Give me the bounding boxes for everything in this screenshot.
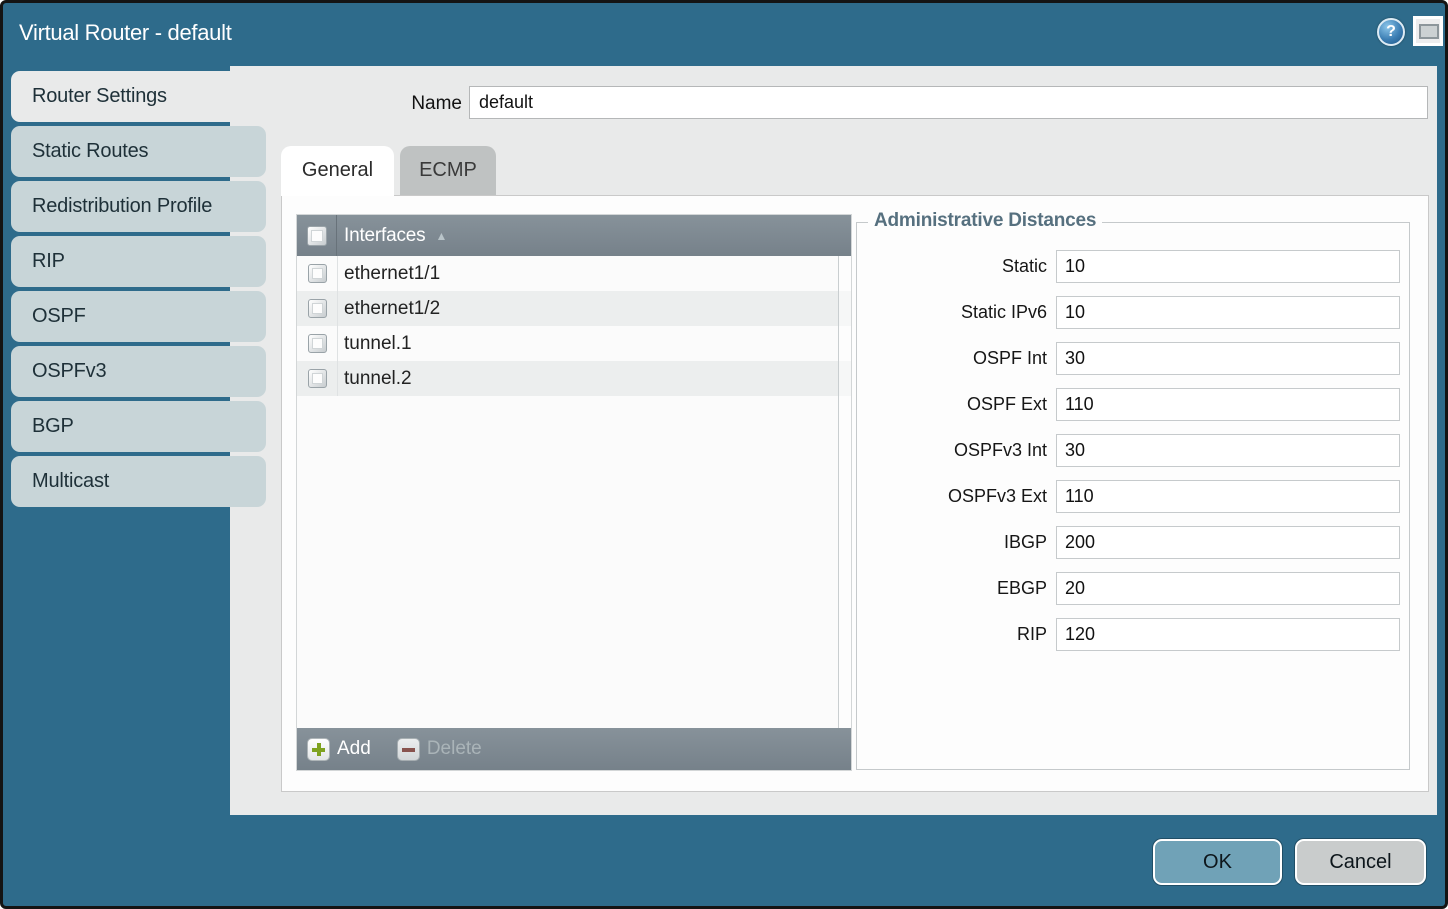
table-row[interactable]: tunnel.1 — [297, 326, 851, 361]
ospf-ext-label: OSPF Ext — [857, 394, 1047, 415]
add-button[interactable]: Add — [307, 738, 371, 761]
select-all-cell — [297, 215, 337, 256]
ok-button[interactable]: OK — [1153, 839, 1282, 885]
interfaces-table-footer: Add Delete — [297, 728, 851, 770]
rip-label: RIP — [857, 624, 1047, 645]
ospf-int-label: OSPF Int — [857, 348, 1047, 369]
administrative-distances-rows: Static Static IPv6 OSPF Int OSPF Ext — [857, 223, 1409, 664]
ospf-ext-input[interactable] — [1056, 388, 1400, 421]
table-scrollbar[interactable] — [838, 256, 851, 728]
restore-window-icon[interactable] — [1413, 16, 1443, 46]
restore-window-glyph — [1416, 19, 1440, 43]
field-row-rip: RIP — [857, 618, 1409, 651]
row-checkbox[interactable] — [308, 299, 327, 318]
general-tab-panel: Interfaces ▲ ethernet1/1 etherne — [281, 195, 1429, 792]
sidebar: Router Settings Static Routes Redistribu… — [11, 71, 266, 511]
sidebar-item-rip[interactable]: RIP — [11, 236, 266, 287]
interfaces-table-header: Interfaces ▲ — [297, 215, 851, 256]
static-ipv6-input[interactable] — [1056, 296, 1400, 329]
table-row[interactable]: ethernet1/1 — [297, 256, 851, 291]
sidebar-item-ospfv3[interactable]: OSPFv3 — [11, 346, 266, 397]
field-row-static-ipv6: Static IPv6 — [857, 296, 1409, 329]
sidebar-item-static-routes[interactable]: Static Routes — [11, 126, 266, 177]
tab-general[interactable]: General — [281, 146, 394, 196]
content-area: Name General ECMP Interfaces ▲ — [230, 66, 1437, 815]
ospfv3-ext-input[interactable] — [1056, 480, 1400, 513]
row-checkbox[interactable] — [308, 369, 327, 388]
add-plus-icon — [307, 738, 330, 761]
field-row-ospf-ext: OSPF Ext — [857, 388, 1409, 421]
select-all-checkbox[interactable] — [307, 226, 327, 246]
interface-name: ethernet1/2 — [344, 298, 440, 320]
interface-name: tunnel.2 — [344, 368, 412, 390]
table-row[interactable]: ethernet1/2 — [297, 291, 851, 326]
interfaces-column-header[interactable]: Interfaces — [344, 225, 425, 247]
tab-ecmp[interactable]: ECMP — [400, 146, 496, 196]
interfaces-rows: ethernet1/1 ethernet1/2 tunnel.1 — [297, 256, 851, 728]
interface-name: tunnel.1 — [344, 333, 412, 355]
ospfv3-int-label: OSPFv3 Int — [857, 440, 1047, 461]
sidebar-item-bgp[interactable]: BGP — [11, 401, 266, 452]
virtual-router-dialog: Virtual Router - default ? Name General … — [0, 0, 1448, 909]
row-checkbox-cell — [297, 369, 337, 388]
sidebar-item-redistribution-profile[interactable]: Redistribution Profile — [11, 181, 266, 232]
field-row-ospfv3-int: OSPFv3 Int — [857, 434, 1409, 467]
table-row[interactable]: tunnel.2 — [297, 361, 851, 396]
row-checkbox-cell — [297, 334, 337, 353]
administrative-distances-fieldset: Administrative Distances Static Static I… — [856, 222, 1410, 770]
ebgp-input[interactable] — [1056, 572, 1400, 605]
help-icon[interactable]: ? — [1377, 18, 1405, 46]
ibgp-input[interactable] — [1056, 526, 1400, 559]
field-row-ibgp: IBGP — [857, 526, 1409, 559]
static-input[interactable] — [1056, 250, 1400, 283]
row-checkbox-cell — [297, 299, 337, 318]
field-row-static: Static — [857, 250, 1409, 283]
ospf-int-input[interactable] — [1056, 342, 1400, 375]
ospfv3-int-input[interactable] — [1056, 434, 1400, 467]
sort-ascending-icon[interactable]: ▲ — [435, 229, 447, 243]
delete-minus-icon — [397, 738, 420, 761]
name-input[interactable] — [469, 86, 1428, 119]
delete-button[interactable]: Delete — [397, 738, 482, 761]
static-ipv6-label: Static IPv6 — [857, 302, 1047, 323]
delete-button-label: Delete — [427, 738, 482, 760]
sidebar-item-router-settings[interactable]: Router Settings — [11, 71, 266, 122]
ebgp-label: EBGP — [857, 578, 1047, 599]
ibgp-label: IBGP — [857, 532, 1047, 553]
cancel-button[interactable]: Cancel — [1295, 839, 1426, 885]
row-checkbox[interactable] — [308, 334, 327, 353]
interface-name: ethernet1/1 — [344, 263, 440, 285]
checkbox-column-divider — [337, 256, 338, 396]
field-row-ospfv3-ext: OSPFv3 Ext — [857, 480, 1409, 513]
add-button-label: Add — [337, 738, 371, 760]
rip-input[interactable] — [1056, 618, 1400, 651]
row-checkbox-cell — [297, 264, 337, 283]
ospfv3-ext-label: OSPFv3 Ext — [857, 486, 1047, 507]
sidebar-item-ospf[interactable]: OSPF — [11, 291, 266, 342]
sidebar-item-multicast[interactable]: Multicast — [11, 456, 266, 507]
field-row-ebgp: EBGP — [857, 572, 1409, 605]
row-checkbox[interactable] — [308, 264, 327, 283]
interfaces-table: Interfaces ▲ ethernet1/1 etherne — [297, 215, 851, 770]
dialog-title: Virtual Router - default — [19, 20, 232, 46]
field-row-ospf-int: OSPF Int — [857, 342, 1409, 375]
static-label: Static — [857, 256, 1047, 277]
administrative-distances-legend: Administrative Distances — [868, 210, 1102, 232]
